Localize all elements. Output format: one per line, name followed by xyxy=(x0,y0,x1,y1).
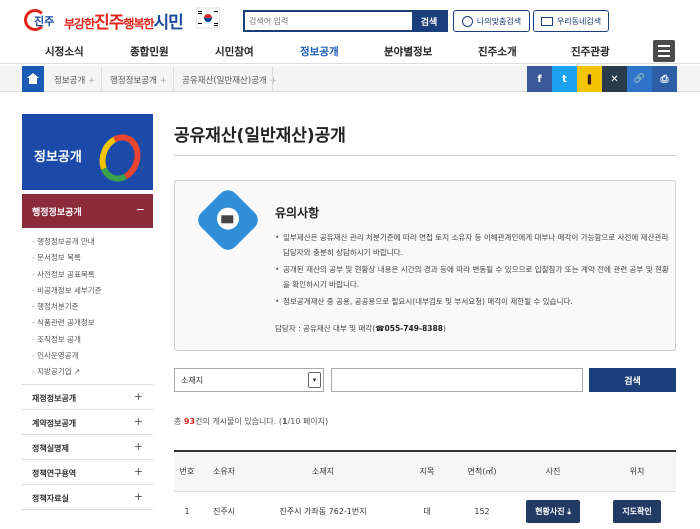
sidebar-subitem[interactable]: 행정처분기준 xyxy=(22,299,153,315)
sidebar-item-policy-name[interactable]: 정책실명제 + xyxy=(22,433,153,460)
sidebar-subitem[interactable]: 문서정보 목록 xyxy=(22,250,153,266)
sidebar-subitem[interactable]: 인사운영공개 xyxy=(22,348,153,364)
sidebar-subitem[interactable]: 비공개정보 세부기준 xyxy=(22,283,153,299)
location-bar: 정보공개 + 행정정보공개 + 공유재산(일반재산)공개 + f t ❚ ✕ 🔗 ⎙ xyxy=(0,66,700,92)
side-banner-title: 정보공개 xyxy=(34,150,82,165)
neighborhood-search-button[interactable]: 우리동네검색 xyxy=(533,10,609,32)
keyword-input[interactable] xyxy=(331,368,583,392)
property-table: 번호 소유자 소재지 지목 면적(㎡) 사진 위치 1 진주시 진주시 가좌동 … xyxy=(174,450,676,529)
notice-item: 일부재산은 공유재산 관리 처분기준에 따라 연접 토지 소유자 등 이해관계인… xyxy=(275,231,670,260)
column-header: 면적(㎡) xyxy=(467,467,497,476)
breadcrumb-item[interactable]: 공유재산(일반재산)공개 + xyxy=(182,74,277,86)
search-button[interactable]: 검색 xyxy=(589,368,676,392)
search-field-select[interactable]: 소재지 ▾ xyxy=(174,368,324,392)
sidebar-item-policy-archive[interactable]: 정책자료실 + xyxy=(22,483,153,510)
sidebar-item-policy-research[interactable]: 정책연구용역 + xyxy=(22,458,153,485)
column-header: 위치 xyxy=(629,467,645,476)
site-header: 진주 부강한진주행복한시민 검색 나의맞춤검색 우리동네검색 xyxy=(0,0,700,38)
notice-list: 일부재산은 공유재산 관리 처분기준에 따라 연접 토지 소유자 등 이해관계인… xyxy=(275,231,670,313)
column-header: 사진 xyxy=(545,467,561,476)
sidebar-subitem[interactable]: 조직정보 공개 xyxy=(22,332,153,348)
gnb-item-tourism[interactable]: 진주관광 xyxy=(571,44,610,59)
sidebar-subitem[interactable]: 사전정보 공표목록 xyxy=(22,267,153,283)
x-icon[interactable]: ✕ xyxy=(602,66,627,92)
header-search: 검색 xyxy=(243,10,448,32)
expand-icon: + xyxy=(133,464,143,478)
header-search-input[interactable] xyxy=(245,12,412,30)
column-header: 번호 xyxy=(179,467,195,476)
sidebar-item-finance[interactable]: 재정정보공개 + xyxy=(22,383,153,410)
facebook-icon[interactable]: f xyxy=(527,66,552,92)
column-header: 소유자 xyxy=(212,467,236,476)
map-view-button[interactable]: 지도확인 xyxy=(613,499,661,523)
side-navigation: 정보공개 행정정보공개 − 행정정보공개 안내 문서정보 목록 사전정보 공표목… xyxy=(22,114,153,510)
table-header-row: 번호 소유자 소재지 지목 면적(㎡) 사진 위치 xyxy=(174,452,676,492)
notice-box: 유의사항 일부재산은 공유재산 관리 처분기준에 따라 연접 토지 소유자 등 … xyxy=(174,180,676,351)
breadcrumb-item[interactable]: 행정정보공개 + xyxy=(110,74,167,86)
gnb-item-info-open[interactable]: 정보공개 xyxy=(300,44,339,59)
breadcrumb-item[interactable]: 정보공개 + xyxy=(54,74,95,86)
twitter-icon[interactable]: t xyxy=(552,66,577,92)
notice-item: 정보공개재산 중 공용, 공공용으로 필요시(내부검토 및 부서요청) 매각이 … xyxy=(275,295,670,310)
person-icon xyxy=(461,15,473,27)
cell-owner: 진주시 xyxy=(212,506,236,516)
sidebar-item-contract[interactable]: 계약정보공개 + xyxy=(22,408,153,435)
home-icon[interactable] xyxy=(22,66,44,92)
sidebar-subitem[interactable]: 행정정보공개 안내 xyxy=(22,234,153,250)
expand-icon: + xyxy=(133,414,143,428)
main-navigation: 시정소식 종합민원 시민참여 정보공개 분야별정보 진주소개 진주관광 xyxy=(0,38,700,64)
kakao-icon[interactable]: ❚ xyxy=(577,66,602,92)
link-icon[interactable]: 🔗 xyxy=(627,66,652,92)
chevron-down-icon: ▾ xyxy=(308,372,321,388)
title-divider xyxy=(174,155,676,156)
notice-contact: 담당자 : 공유재산 대부 및 매각(☎055-749-8388) xyxy=(275,324,446,333)
table-row: 1 진주시 진주시 가좌동 762-1번지 대 152 현황사진 ⤓ 지도확인 xyxy=(174,492,676,529)
page-title: 공유재산(일반재산)공개 xyxy=(174,126,346,146)
korean-flag-icon xyxy=(196,7,220,29)
megaphone-icon xyxy=(194,186,262,254)
cell-land-category: 대 xyxy=(423,506,431,516)
gnb-item-participation[interactable]: 시민참여 xyxy=(215,44,254,59)
emblem-icon xyxy=(92,128,148,188)
column-header: 소재지 xyxy=(311,467,335,476)
gnb-item-field-info[interactable]: 분야별정보 xyxy=(384,44,432,59)
all-menu-icon[interactable] xyxy=(653,40,675,62)
my-search-button[interactable]: 나의맞춤검색 xyxy=(453,10,530,32)
cell-number: 1 xyxy=(184,506,190,516)
site-slogan: 부강한진주행복한시민 xyxy=(64,12,184,33)
sidebar-subitem[interactable]: 지방공기업 ↗ xyxy=(22,364,153,380)
result-count: 총 93건의 게시물이 있습니다. (1/10 페이지) xyxy=(174,417,329,426)
expand-icon: + xyxy=(133,439,143,453)
notice-item: 공개된 재산의 공부 및 현황상 내용은 시간의 경과 등에 따라 변동될 수 … xyxy=(275,263,670,292)
sidebar-submenu: 행정정보공개 안내 문서정보 목록 사전정보 공표목록 비공개정보 세부기준 행… xyxy=(22,228,153,385)
column-header: 지목 xyxy=(419,467,435,476)
gnb-item-civil[interactable]: 종합민원 xyxy=(130,44,169,59)
header-search-button[interactable]: 검색 xyxy=(412,12,446,30)
side-banner: 정보공개 xyxy=(22,114,153,190)
cell-area: 152 xyxy=(474,506,490,516)
phone-number: ☎055-749-8388 xyxy=(375,324,443,333)
gnb-item-about[interactable]: 진주소개 xyxy=(478,44,517,59)
photo-download-button[interactable]: 현황사진 ⤓ xyxy=(526,499,580,523)
print-icon[interactable]: ⎙ xyxy=(652,66,677,92)
expand-icon: + xyxy=(133,489,143,503)
logo-mark-icon: 진주 xyxy=(22,7,58,33)
cell-location: 진주시 가좌동 762-1번지 xyxy=(279,506,367,516)
site-logo[interactable]: 진주 부강한진주행복한시민 xyxy=(22,7,184,33)
sidebar-item-admin-info[interactable]: 행정정보공개 − xyxy=(22,194,153,228)
monitor-icon xyxy=(540,16,553,26)
gnb-item-news[interactable]: 시정소식 xyxy=(45,44,84,59)
sidebar-subitem[interactable]: 식품관련 공개정보 xyxy=(22,315,153,331)
expand-icon: + xyxy=(133,389,143,403)
notice-title: 유의사항 xyxy=(275,206,320,220)
collapse-icon: − xyxy=(135,203,145,216)
